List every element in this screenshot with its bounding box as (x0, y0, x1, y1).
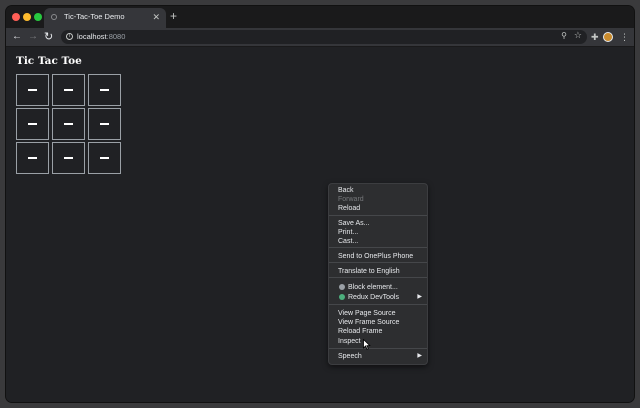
url-text: localhost:8080 (77, 32, 125, 41)
menu-separator (329, 304, 427, 305)
menu-item-label: Send to OnePlus Phone (338, 253, 414, 260)
menu-item-label: Back (338, 187, 354, 194)
tab-strip: Tic-Tac-Toe Demo ✕ + (6, 6, 634, 28)
menu-item-label: View Frame Source (338, 319, 400, 326)
empty-cell-dash-icon (28, 157, 37, 159)
menu-item-view-page-source[interactable]: View Page Source (329, 309, 427, 318)
empty-cell-dash-icon (64, 123, 73, 125)
empty-cell-dash-icon (64, 89, 73, 91)
zoom-icon[interactable]: ⚲ (561, 31, 567, 40)
empty-cell-dash-icon (28, 123, 37, 125)
empty-cell-dash-icon (100, 89, 109, 91)
reload-button[interactable]: ↻ (44, 30, 53, 44)
menu-item-view-frame-source[interactable]: View Frame Source (329, 318, 427, 327)
game-board (16, 74, 121, 176)
browser-toolbar: ← → ↻ i localhost:8080 ⚲ ☆ ✚ ⋮ (6, 28, 634, 47)
extensions-icon[interactable]: ✚ (591, 31, 599, 43)
menu-separator (329, 348, 427, 349)
tab-close-icon[interactable]: ✕ (152, 11, 160, 23)
minimize-window-button[interactable] (23, 13, 31, 21)
board-cell[interactable] (16, 74, 49, 106)
bookmark-star-icon[interactable]: ☆ (574, 30, 582, 41)
profile-avatar[interactable] (603, 32, 613, 42)
submenu-arrow-icon: ▶ (417, 353, 422, 359)
empty-cell-dash-icon (100, 157, 109, 159)
submenu-arrow-icon: ▶ (417, 294, 422, 300)
url-port: :8080 (106, 32, 126, 41)
menu-separator (329, 277, 427, 278)
favicon-icon (51, 14, 57, 20)
context-menu: Back Forward Reload Save As... Print... Cast.… (328, 183, 428, 365)
redux-devtools-icon (339, 294, 345, 300)
menu-item-label: Speech (338, 353, 362, 360)
menu-item-label: Redux DevTools (348, 294, 399, 301)
menu-item-label: Save As... (338, 220, 370, 227)
menu-item-label: Forward (338, 196, 364, 203)
menu-separator (329, 262, 427, 263)
menu-item-block-element[interactable]: Block element... (329, 283, 427, 292)
close-window-button[interactable] (12, 13, 20, 21)
address-bar[interactable]: i localhost:8080 ⚲ ☆ (61, 30, 587, 44)
menu-item-cast[interactable]: Cast... (329, 237, 427, 246)
board-cell[interactable] (88, 74, 121, 106)
new-tab-button[interactable]: + (170, 9, 177, 23)
page-title: Tic Tac Toe (16, 55, 82, 67)
menu-separator (329, 215, 427, 216)
menu-item-forward: Forward (329, 195, 427, 204)
url-host: localhost (77, 32, 107, 41)
menu-item-label: Reload (338, 205, 361, 212)
forward-button[interactable]: → (28, 30, 38, 44)
menu-item-label: Cast... (338, 238, 359, 245)
back-button[interactable]: ← (12, 30, 22, 44)
board-cell[interactable] (88, 108, 121, 140)
browser-window: Tic-Tac-Toe Demo ✕ + ← → ↻ i localhost:8… (6, 6, 634, 402)
menu-item-label: Block element... (348, 284, 398, 291)
menu-item-label: Print... (338, 229, 359, 236)
tab-tic-tac-toe[interactable]: Tic-Tac-Toe Demo ✕ (44, 8, 166, 28)
menu-item-inspect[interactable]: Inspect (329, 337, 427, 346)
menu-item-reload[interactable]: Reload (329, 204, 427, 213)
menu-item-back[interactable]: Back (329, 186, 427, 195)
maximize-window-button[interactable] (34, 13, 42, 21)
menu-item-print[interactable]: Print... (329, 228, 427, 237)
board-cell[interactable] (88, 142, 121, 174)
block-element-icon (339, 284, 345, 290)
board-cell[interactable] (52, 74, 85, 106)
menu-item-label: Inspect (338, 338, 361, 345)
menu-separator (329, 247, 427, 248)
empty-cell-dash-icon (28, 89, 37, 91)
menu-item-save-as[interactable]: Save As... (329, 219, 427, 228)
menu-item-label: Translate to English (338, 268, 400, 275)
menu-item-reload-frame[interactable]: Reload Frame (329, 327, 427, 336)
site-info-icon[interactable]: i (66, 33, 73, 40)
menu-item-label: View Page Source (338, 310, 396, 317)
menu-item-translate-to-english[interactable]: Translate to English (329, 267, 427, 276)
menu-item-speech[interactable]: Speech ▶ (329, 352, 427, 361)
mouse-cursor-icon (363, 339, 371, 350)
tab-title: Tic-Tac-Toe Demo (64, 12, 125, 21)
empty-cell-dash-icon (100, 123, 109, 125)
empty-cell-dash-icon (64, 157, 73, 159)
board-cell[interactable] (52, 108, 85, 140)
menu-item-send-to-oneplus-phone[interactable]: Send to OnePlus Phone (329, 252, 427, 261)
menu-item-redux-devtools[interactable]: Redux DevTools ▶ (329, 293, 427, 302)
board-cell[interactable] (16, 142, 49, 174)
board-cell[interactable] (16, 108, 49, 140)
board-cell[interactable] (52, 142, 85, 174)
menu-item-label: Reload Frame (338, 328, 383, 335)
page-content: Tic Tac Toe Back Forward Reload Save As... P… (6, 47, 634, 402)
browser-menu-icon[interactable]: ⋮ (620, 30, 629, 44)
